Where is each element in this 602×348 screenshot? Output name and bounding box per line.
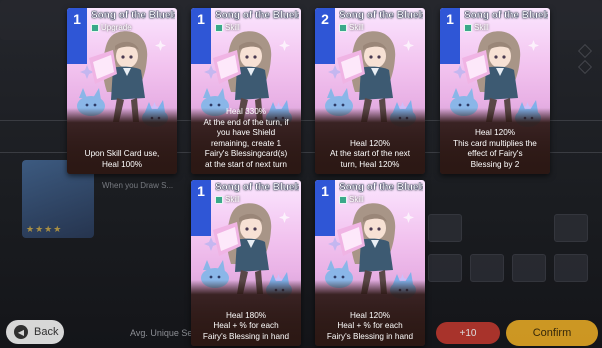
card-description-line: Heal + % for each <box>337 321 403 330</box>
back-button[interactable]: ◀ Back <box>6 320 64 344</box>
card-description-line: Upon Skill Card use, <box>84 149 160 158</box>
empty-card-slot <box>428 254 462 282</box>
card-description-line: Heal 100% <box>101 159 143 169</box>
card-description: Heal 330% At the end of the turn, if you h… <box>194 107 298 170</box>
card-description-line: turn, Heal 120% <box>340 159 400 169</box>
skill-card-3[interactable]: 2 Song of the Bluebi Skill Heal 120% At t… <box>315 8 425 174</box>
back-label: Back <box>34 326 59 338</box>
card-type-label: Skill <box>225 195 240 204</box>
card-cost: 2 <box>321 11 329 27</box>
card-type-label: Skill <box>349 23 364 32</box>
card-description-line: Heal + % for each <box>213 321 279 330</box>
card-description-line: This card multiplies the <box>453 138 537 148</box>
card-description: Heal 180% Heal + % for each Fairy's Blessi… <box>194 311 298 343</box>
card-description-line: Heal 120% <box>474 128 516 137</box>
card-description-line: Heal 120% <box>349 138 391 148</box>
card-type: Skill <box>215 195 240 204</box>
card-title: Song of the Bluebi <box>215 182 299 193</box>
card-type-icon <box>215 23 223 32</box>
card-description: Heal 120% At the start of the next turn, H… <box>318 139 422 171</box>
card-description-line: Heal 120% <box>349 310 391 320</box>
card-type: Skill <box>339 195 364 204</box>
card-type: Upgrade <box>91 23 132 32</box>
bottom-hint: Avg. Unique Se... <box>130 328 200 338</box>
card-description: Upon Skill Card use, Heal 100% <box>70 149 174 170</box>
rarity-stars: ★★★★ <box>26 224 63 234</box>
card-type-label: Skill <box>225 23 240 32</box>
card-type-icon <box>215 195 223 204</box>
card-title: Song of the Bluebi <box>464 10 548 21</box>
card-type-label: Skill <box>474 23 489 32</box>
empty-card-slot <box>554 214 588 242</box>
card-cost: 1 <box>197 183 205 199</box>
card-cost: 1 <box>321 183 329 199</box>
card-title: Song of the Bluebi <box>215 10 299 21</box>
confirm-button[interactable]: Confirm <box>506 320 598 346</box>
card-type-icon <box>464 23 472 32</box>
reroll-button[interactable]: +10 <box>436 322 500 344</box>
card-title: Song of the Bluebi <box>91 10 175 21</box>
card-description-line: Heal 330% <box>225 107 267 116</box>
card-description-line: at the start of next turn <box>205 159 287 169</box>
card-type-icon <box>91 23 99 32</box>
card-description-line: Fairy's Blessingcard(s) <box>204 149 288 158</box>
empty-card-slot <box>428 214 462 242</box>
empty-card-slot <box>554 254 588 282</box>
card-description-line: Fairy's Blessing in hand <box>202 331 290 341</box>
card-description-line: Heal 180% <box>225 310 267 320</box>
card-cost: 1 <box>73 11 81 27</box>
empty-card-slot <box>470 254 504 282</box>
card-type-label: Upgrade <box>101 23 132 32</box>
back-arrow-icon: ◀ <box>14 325 28 339</box>
card-description-line: remaining, create 1 <box>210 138 282 148</box>
card-description-line: Fairy's Blessing in hand <box>326 331 414 341</box>
card-cost: 1 <box>197 11 205 27</box>
card-type-icon <box>339 195 347 204</box>
skill-card-6[interactable]: 1 Song of the Bluebi Skill Heal 120% Heal… <box>315 180 425 346</box>
card-title: Song of the Bluebi <box>339 182 423 193</box>
card-description: Heal 120% This card multiplies the effect … <box>443 128 547 170</box>
skill-card-5[interactable]: 1 Song of the Bluebi Skill Heal 180% Heal… <box>191 180 301 346</box>
card-type-label: Skill <box>349 195 364 204</box>
card-type: Skill <box>464 23 489 32</box>
card-cost: 1 <box>446 11 454 27</box>
background-hint: When you Draw S... <box>102 181 174 190</box>
empty-card-slot <box>512 254 546 282</box>
card-type: Skill <box>339 23 364 32</box>
card-description-line: Blessing by 2 <box>470 159 520 169</box>
card-description-line: At the end of the turn, if <box>203 117 289 127</box>
skill-card-4[interactable]: 1 Song of the Bluebi Skill Heal 120% This… <box>440 8 550 174</box>
skill-card-1[interactable]: 1 Song of the Bluebi Upgrade Upon Skill … <box>67 8 177 174</box>
card-type-icon <box>339 23 347 32</box>
card-description-line: you have Shield <box>216 128 276 137</box>
card-title: Song of the Bluebi <box>339 10 423 21</box>
skill-card-2[interactable]: 1 Song of the Bluebi Skill Heal 330% At t… <box>191 8 301 174</box>
card-description-line: At the start of the next <box>329 149 411 158</box>
card-description: Heal 120% Heal + % for each Fairy's Blessi… <box>318 311 422 343</box>
card-description-line: effect of Fairy's <box>467 149 523 158</box>
card-type: Skill <box>215 23 240 32</box>
